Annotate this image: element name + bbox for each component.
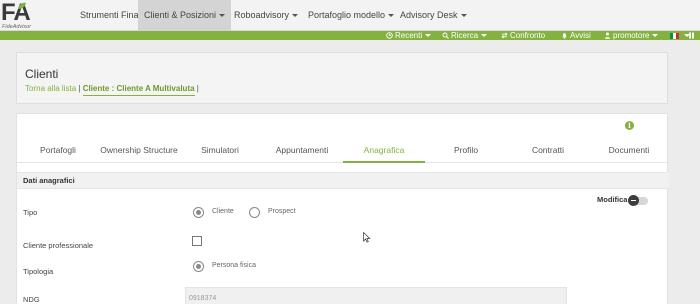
user-icon (604, 32, 611, 40)
tipologia-label: Tipologia (23, 267, 54, 276)
logo-subtitle: FideAdvisor (2, 24, 32, 30)
user-menu[interactable]: promotore (604, 31, 659, 40)
tab-contratti[interactable]: Contratti (507, 139, 589, 163)
page-title: Clienti (25, 67, 59, 81)
tab-documenti[interactable]: Documenti (589, 139, 669, 163)
section-header: Dati anagrafici (17, 172, 669, 189)
client-header-panel: Clienti Torna alla lista | Cliente : Cli… (16, 52, 668, 104)
green-toolbar: Recenti Ricerca Confronto Avvisi promoto… (0, 31, 700, 40)
breadcrumb-separator: | (78, 84, 81, 93)
recenti-label: Recenti (395, 31, 423, 40)
confronto-label: Confronto (510, 31, 546, 40)
mouse-cursor-icon (363, 232, 371, 243)
toggle-knob-icon (628, 195, 639, 206)
leaf-icon (18, 2, 26, 9)
top-navbar: FA FideAdvisor Strumenti Finanziari Clie… (0, 0, 700, 31)
client-detail-panel: i Portafogli Ownership Structure Simulat… (16, 113, 669, 304)
section-title: Dati anagrafici (23, 176, 75, 185)
bell-icon (562, 33, 567, 40)
confronto-link[interactable]: Confronto (501, 31, 545, 40)
caret-down-icon (481, 34, 488, 38)
info-icon[interactable]: i (625, 121, 634, 130)
radio-cliente-label[interactable]: Cliente (212, 208, 234, 215)
menu-label: Advisory Desk (400, 10, 458, 20)
logo[interactable]: FA FideAdvisor (0, 0, 46, 31)
tipo-label: Tipo (23, 208, 38, 217)
menu-label: Roboadvisory (234, 10, 290, 20)
caret-down-icon (460, 14, 467, 18)
radio-persona-fisica-label[interactable]: Persona fisica (212, 262, 256, 269)
menu-clienti-posizioni[interactable]: Clienti & Posizioni (138, 0, 232, 31)
modifica-toggle[interactable] (628, 195, 648, 206)
search-icon (442, 32, 449, 40)
tab-profilo[interactable]: Profilo (425, 139, 507, 163)
language-menu[interactable] (670, 31, 690, 40)
menu-label: Portafoglio modello (308, 10, 386, 20)
italian-flag-icon (670, 32, 679, 39)
menu-bars-icon (689, 32, 694, 39)
tab-ownership-structure[interactable]: Ownership Structure (99, 139, 179, 163)
swap-icon (501, 32, 508, 39)
breadcrumb-separator: | (196, 84, 199, 93)
caret-down-icon (425, 34, 432, 38)
breadcrumb: Torna alla lista | Cliente : Cliente A M… (25, 84, 199, 96)
cliente-professionale-checkbox[interactable] (192, 236, 202, 246)
tab-simulatori[interactable]: Simulatori (179, 139, 261, 163)
cliente-professionale-label: Cliente professionale (23, 241, 94, 250)
modifica-label: Modifica (597, 195, 628, 204)
current-client-crumb[interactable]: Cliente : Cliente A Multivaluta (82, 84, 195, 96)
radio-cliente[interactable] (193, 207, 204, 218)
menu-portafoglio-modello[interactable]: Portafoglio modello (302, 0, 400, 31)
tab-bar: Portafogli Ownership Structure Simulator… (17, 139, 669, 163)
ricerca-menu[interactable]: Ricerca (442, 31, 488, 40)
menu-label: Clienti & Posizioni (144, 10, 217, 20)
history-icon (386, 32, 393, 40)
back-to-list-link[interactable]: Torna alla lista (25, 84, 76, 93)
caret-down-icon (652, 34, 659, 38)
tab-portafogli[interactable]: Portafogli (17, 139, 99, 163)
menu-roboadvisory[interactable]: Roboadvisory (228, 0, 304, 31)
tab-appuntamenti[interactable]: Appuntamenti (261, 139, 343, 163)
user-label: promotore (613, 31, 650, 40)
ndg-value: 0918374 (189, 295, 217, 302)
recenti-menu[interactable]: Recenti (386, 31, 432, 40)
avvisi-label: Avvisi (570, 31, 591, 40)
tab-anagrafica[interactable]: Anagrafica (343, 139, 425, 163)
menu-advisory-desk[interactable]: Advisory Desk (394, 0, 473, 31)
radio-prospect-label[interactable]: Prospect (268, 208, 296, 215)
avvisi-link[interactable]: Avvisi (561, 31, 591, 40)
radio-prospect[interactable] (249, 207, 260, 218)
caret-down-icon (292, 14, 299, 18)
ricerca-label: Ricerca (451, 31, 479, 40)
ndg-field[interactable]: 0918374 (185, 287, 567, 304)
ndg-label: NDG (23, 295, 40, 304)
menu-toggle-button[interactable] (688, 31, 697, 40)
radio-persona-fisica[interactable] (193, 261, 204, 272)
caret-down-icon (219, 14, 226, 18)
